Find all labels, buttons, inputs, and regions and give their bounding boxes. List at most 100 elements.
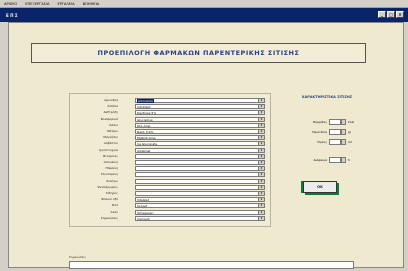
- field-label: Σημειώσεις: [100, 215, 118, 220]
- field-dropdown[interactable]: Addamel ▾: [135, 147, 265, 153]
- field-label: Δεξτρόζη: [103, 110, 118, 115]
- titlebar-buttons: _ □ ×: [378, 11, 404, 18]
- dropdown-value: Ca Gluconate: [137, 142, 158, 147]
- dropdown-value: Glycophos: [137, 117, 153, 122]
- field-row: Φωσφορικά Glycophos ▾: [70, 116, 270, 122]
- field-dropdown[interactable]: Dextrose 5% ▾: [135, 110, 265, 116]
- notes-field[interactable]: [69, 261, 354, 269]
- field-dropdown[interactable]: Soluvit ▾: [135, 203, 265, 209]
- field-row: Σίδηρος ▾: [70, 191, 270, 196]
- chevron-down-icon[interactable]: ▾: [258, 210, 264, 214]
- field-dropdown[interactable]: Vitalipid ▾: [135, 197, 265, 203]
- field-label: Ινσουλίνη: [103, 160, 118, 164]
- chevron-down-icon[interactable]: ▾: [258, 185, 264, 189]
- field-label: Σίδηρος: [105, 191, 118, 195]
- field-dropdown[interactable]: MgSO4 Amp ▾: [135, 135, 265, 141]
- ok-button[interactable]: ΟΚ: [303, 181, 337, 193]
- chevron-down-icon[interactable]: ▾: [258, 167, 264, 171]
- field-dropdown[interactable]: ▾: [135, 172, 265, 178]
- field-dropdown[interactable]: KCL Amp ▾: [135, 122, 265, 128]
- chevron-down-icon[interactable]: ▾: [258, 192, 264, 195]
- chevron-down-icon[interactable]: ▾: [258, 173, 264, 177]
- field-row: Βιταμίνες ▾: [70, 153, 270, 159]
- field-label: Ψευδάργυρος: [97, 184, 118, 189]
- maximize-button[interactable]: □: [387, 11, 395, 18]
- spinner-unit: gr: [348, 130, 352, 134]
- field-label: Γλουταμίνη: [100, 172, 118, 177]
- field-label: Άλλο: [110, 209, 118, 214]
- chevron-down-icon[interactable]: ▾: [258, 148, 264, 152]
- menu-item-help[interactable]: ΒΟΗΘΕΙΑ: [83, 2, 100, 6]
- dropdown-value: Dextrose 5%: [137, 111, 157, 116]
- spinner-row: Πρωτεΐνη gr: [281, 129, 371, 135]
- field-dropdown[interactable]: Glycophos ▾: [135, 116, 265, 122]
- spinner-input[interactable]: [329, 157, 341, 163]
- menu-item-tools[interactable]: ΕΡΓΑΛΕΙΑ: [57, 2, 74, 6]
- field-dropdown[interactable]: Ca Gluconate ▾: [135, 141, 265, 147]
- field-label: Αμινοξέα: [104, 98, 118, 102]
- field-label: Ηπαρίνη: [105, 166, 118, 171]
- dropdown-value: Cernevit: [137, 216, 150, 221]
- field-row: Σημειώσεις Cernevit ▾: [70, 215, 270, 221]
- field-label: Νάτριο: [107, 129, 118, 133]
- spinner-arrows-icon[interactable]: [341, 157, 346, 163]
- field-row: Γλουταμίνη ▾: [70, 172, 270, 178]
- field-dropdown[interactable]: Cernevit ▾: [135, 215, 265, 221]
- side-title: ΧΑΡΑΚΤΗΡΙΣΤΙΚΑ ΣΙΤΙΣΗΣ: [301, 95, 353, 99]
- field-row: Φολικό οξύ Vitalipid ▾: [70, 197, 270, 203]
- field-dropdown[interactable]: ▾: [135, 160, 265, 165]
- spinner-unit: h: [348, 158, 350, 162]
- field-label: Ασβέστιο: [103, 141, 118, 146]
- chevron-down-icon[interactable]: ▾: [258, 105, 264, 109]
- chevron-down-icon[interactable]: ▾: [258, 198, 264, 202]
- field-row: Ασβέστιο Ca Gluconate ▾: [70, 141, 270, 147]
- chevron-down-icon[interactable]: ▾: [258, 99, 264, 102]
- spinner-unit: kcal: [348, 120, 355, 124]
- field-dropdown[interactable]: ▾: [135, 178, 265, 184]
- field-label: Μαγνήσιο: [103, 135, 118, 140]
- field-dropdown[interactable]: ▾: [135, 184, 265, 190]
- chevron-down-icon[interactable]: ▾: [258, 154, 264, 158]
- menu-item-edit[interactable]: ΕΠΕΞΕΡΓΑΣΙΑ: [25, 2, 49, 6]
- chevron-down-icon[interactable]: ▾: [258, 123, 264, 127]
- spinner-label: Διάρκεια: [313, 158, 327, 162]
- field-label: Φολικό οξύ: [101, 197, 118, 202]
- field-label: Βιταμίνες: [103, 153, 118, 158]
- close-button[interactable]: ×: [396, 11, 404, 18]
- field-row: Αμινοξέα Aminomix ▾: [70, 98, 270, 103]
- chevron-down-icon[interactable]: ▾: [258, 216, 264, 220]
- spinner-arrows-icon[interactable]: [341, 119, 346, 125]
- spinner-input[interactable]: [329, 129, 341, 135]
- chevron-down-icon[interactable]: ▾: [258, 179, 264, 183]
- field-row: Ψευδάργυρος ▾: [70, 184, 270, 190]
- spinner-label: Θερμίδες: [312, 120, 327, 124]
- field-dropdown[interactable]: Omegaven ▾: [135, 209, 265, 215]
- chevron-down-icon[interactable]: ▾: [258, 130, 264, 133]
- spinner-arrows-icon[interactable]: [341, 139, 346, 145]
- spinner-input[interactable]: [329, 119, 341, 125]
- field-dropdown[interactable]: ▾: [135, 153, 265, 159]
- spinner-arrows-icon[interactable]: [341, 129, 346, 135]
- dropdown-value: MgSO4 Amp: [137, 136, 156, 141]
- field-dropdown[interactable]: ▾: [135, 166, 265, 172]
- spinner-input[interactable]: [329, 139, 341, 145]
- field-dropdown[interactable]: NaCL 0.9% ▾: [135, 129, 265, 134]
- form-area: ΠΡΟΕΠΙΛΟΓΗ ΦΑΡΜΑΚΩΝ ΠΑΡΕΝΤΕΡΙΚΗΣ ΣΙΤΙΣΗΣ…: [8, 22, 404, 269]
- field-label: Κάλιο: [109, 122, 118, 127]
- field-dropdown[interactable]: Intralipid ▾: [135, 104, 265, 110]
- chevron-down-icon[interactable]: ▾: [258, 136, 264, 140]
- dropdown-value: Soluvit: [137, 204, 148, 209]
- dropdown-value: NaCL 0.9%: [137, 130, 154, 134]
- chevron-down-icon[interactable]: ▾: [258, 161, 264, 164]
- field-dropdown[interactable]: Aminomix ▾: [135, 98, 265, 103]
- field-row: Άλλο Omegaven ▾: [70, 209, 270, 215]
- chevron-down-icon[interactable]: ▾: [258, 117, 264, 121]
- minimize-button[interactable]: _: [378, 11, 386, 18]
- chevron-down-icon[interactable]: ▾: [258, 111, 264, 115]
- field-dropdown[interactable]: ▾: [135, 191, 265, 196]
- notes-label: Σημειώσεις: [69, 255, 87, 259]
- ok-label: ΟΚ: [317, 185, 323, 189]
- chevron-down-icon[interactable]: ▾: [258, 142, 264, 146]
- menu-item-file[interactable]: ΑΡΧΕΙΟ: [4, 2, 17, 6]
- chevron-down-icon[interactable]: ▾: [258, 204, 264, 208]
